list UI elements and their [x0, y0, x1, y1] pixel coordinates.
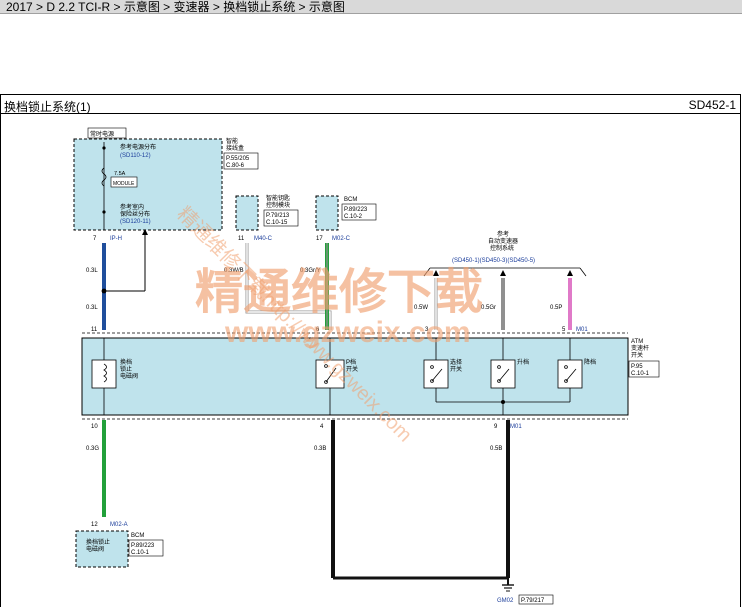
- atm-page: P.95: [631, 364, 643, 370]
- ground-name: GM02: [497, 598, 514, 604]
- power-side-name1: 智能: [226, 137, 238, 145]
- pin-17: 17: [316, 236, 323, 242]
- pin-4: 4: [320, 424, 324, 430]
- pin-7: 7: [93, 236, 97, 242]
- power-side-conn: C.80-6: [226, 163, 245, 169]
- wire-03g: 0.3G: [86, 446, 99, 452]
- watermark-url: www.gzweix.com: [224, 316, 471, 349]
- fuse-rating: 7.5A: [114, 171, 126, 177]
- wire-05b: 0.5B: [490, 446, 502, 452]
- smart-key-box: [235, 195, 259, 231]
- wire-03l-b: 0.3L: [86, 305, 98, 311]
- bcm-top-page: P.89/223: [344, 207, 368, 213]
- atm-name2: 变速杆: [631, 344, 649, 352]
- bcm-top-name: BCM: [344, 197, 357, 203]
- tcm-ref-arrow-3: [567, 270, 573, 276]
- wire-blue-junction: [101, 288, 107, 294]
- tcm-ref-line2: 自动变速器: [488, 237, 518, 245]
- pin-11: 11: [91, 327, 98, 333]
- solenoid-label3: 电磁阀: [120, 372, 138, 380]
- tcm-ref-arrow-2: [500, 270, 506, 276]
- power-side-name2: 接线盒: [226, 144, 244, 152]
- bcm-bottom-conn: C.10-1: [131, 550, 150, 556]
- power-ref2b: 保险丝分布: [120, 210, 150, 218]
- pin-5: 5: [562, 327, 566, 333]
- atm-name3: 开关: [631, 351, 643, 359]
- wire-05gr: 0.5Gr: [481, 305, 496, 311]
- smart-key-page: P.79/213: [266, 213, 290, 219]
- power-ref1: 参考电源分布: [120, 143, 156, 151]
- power-node-bottom: [102, 210, 106, 214]
- power-ref2: 参考室内: [120, 203, 144, 211]
- switch-bus-node: [501, 400, 505, 404]
- tcm-ref-line3: 控制系统: [490, 244, 514, 252]
- solenoid-label1: 换档: [120, 358, 132, 366]
- pin-5-conn: M01: [576, 327, 588, 333]
- power-node-top: [102, 146, 106, 150]
- pin-9: 9: [494, 424, 498, 430]
- pin-7-conn: IP-H: [110, 236, 122, 242]
- pin-12-conn: M02-A: [110, 522, 128, 528]
- down-label: 降档: [584, 358, 596, 366]
- bcm-bottom-name1: 换档锁止: [86, 538, 110, 546]
- solenoid-label2: 锁止: [120, 365, 132, 373]
- tcm-ref-tick-right: [579, 267, 587, 277]
- tcm-ref-codes: (SD450-1)(SD450-3)(SD450-5): [452, 258, 535, 264]
- wire-03l-a: 0.3L: [86, 268, 98, 274]
- select-label1: 选择: [450, 358, 462, 366]
- smart-key-conn: C.10-15: [266, 220, 288, 226]
- bcm-top-conn: C.10-2: [344, 214, 363, 220]
- ground-page: P.79/217: [521, 598, 545, 604]
- bcm-bottom-name2: 电磁阀: [86, 545, 104, 553]
- pin-11-top-conn: M40-C: [254, 236, 273, 242]
- bcm-bottom-bcm: BCM: [131, 533, 144, 539]
- pin-17-conn: M02-C: [332, 236, 351, 242]
- wire-05p: 0.5P: [550, 305, 562, 311]
- pin-11-top: 11: [238, 236, 245, 242]
- fuse-label: MODULE: [113, 181, 135, 187]
- power-header: 常时电源: [90, 130, 114, 138]
- down-switch-box: [557, 359, 583, 389]
- select-switch-box: [423, 359, 449, 389]
- smart-key-name2: 控制模块: [266, 201, 290, 209]
- pin-10: 10: [91, 424, 98, 430]
- up-switch-box: [490, 359, 516, 389]
- smart-key-name1: 智能钥匙: [266, 194, 290, 202]
- bcm-top-box: [315, 195, 339, 231]
- wiring-diagram: 常时电源 参考电源分布 (SD110-12) 7.5A MODULE 参考室内 …: [73, 127, 660, 605]
- power-ref2-code: (SD120-11): [120, 219, 151, 225]
- up-label: 升档: [517, 358, 529, 366]
- power-ref1-code: (SD110-12): [120, 153, 151, 159]
- select-label2: 开关: [450, 365, 462, 373]
- pin-12: 12: [91, 522, 98, 528]
- tcm-ref-line1: 参考: [497, 230, 509, 238]
- pin-9-conn: M01: [510, 424, 522, 430]
- bcm-bottom-page: P.89/223: [131, 543, 155, 549]
- atm-conn: C.10-1: [631, 371, 650, 377]
- wire-03b: 0.3B: [314, 446, 326, 452]
- atm-name1: ATM: [631, 339, 643, 345]
- power-side-page: P.55/205: [226, 156, 250, 162]
